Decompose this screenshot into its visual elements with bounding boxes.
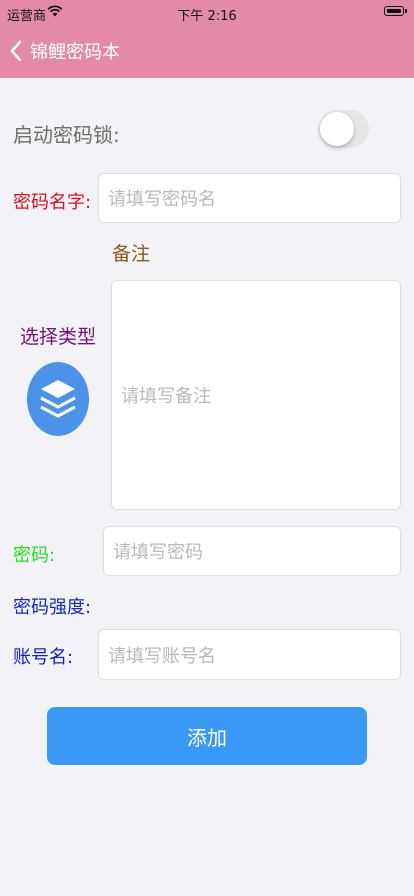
back-button[interactable]: 锦鲤密码本 [8,36,120,66]
page-title: 锦鲤密码本 [30,42,120,63]
add-button[interactable]: 添加 [47,707,367,765]
chevron-left-icon [10,40,22,62]
account-label: 账号名: [13,647,74,668]
password-label: 密码: [13,545,56,566]
toggle-knob [320,112,354,146]
account-input[interactable]: 请填写账号名 [98,629,401,680]
layers-icon [40,380,76,418]
password-input[interactable]: 请填写密码 [103,526,401,576]
note-textarea[interactable]: 请填写备注 [111,280,401,510]
password-strength-label: 密码强度: [13,597,92,618]
type-label: 选择类型 [20,326,97,348]
status-time: 下午 2:16 [177,9,237,24]
battery-icon [384,6,407,16]
navigation-bar: 运营商 下午 2:16 锦鲤密码本 [0,0,414,78]
lock-label: 启动密码锁: [13,123,120,147]
password-name-label: 密码名字: [13,192,92,213]
lock-toggle[interactable] [318,110,369,148]
password-name-input[interactable]: 请填写密码名 [98,173,401,223]
note-label: 备注 [112,243,151,265]
type-select-button[interactable] [27,362,89,436]
